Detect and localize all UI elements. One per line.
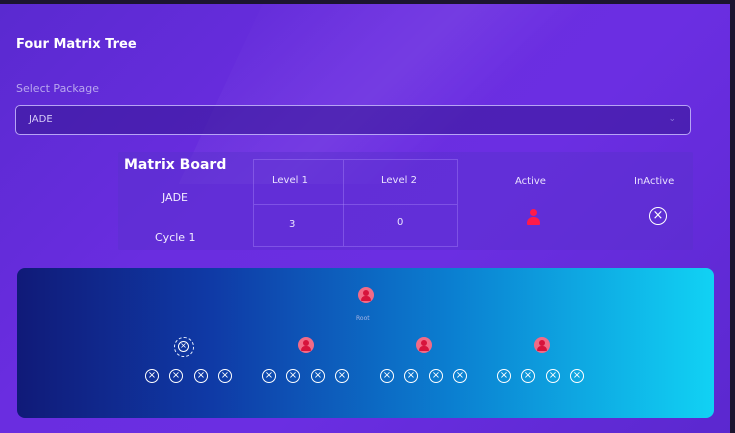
circle-x-icon: × xyxy=(178,341,189,352)
circle-x-icon[interactable]: × xyxy=(429,369,443,383)
circle-x-icon[interactable]: × xyxy=(286,369,300,383)
four-matrix-panel: Four Matrix Tree Select Package JADE ⌄ M… xyxy=(0,4,730,433)
chevron-down-icon: ⌄ xyxy=(668,114,676,124)
circle-x-icon[interactable]: × xyxy=(335,369,349,383)
package-select[interactable]: JADE ⌄ xyxy=(15,105,691,135)
root-label: Root xyxy=(356,315,370,322)
level-1-value: 3 xyxy=(289,219,296,230)
legend-inactive-label: InActive xyxy=(634,176,675,187)
circle-x-icon[interactable]: × xyxy=(497,369,511,383)
circle-x-icon[interactable]: × xyxy=(311,369,325,383)
select-package-label: Select Package xyxy=(16,82,100,95)
circle-x-icon[interactable]: × xyxy=(145,369,159,383)
circle-x-icon[interactable]: × xyxy=(521,369,535,383)
circle-x-icon[interactable]: × xyxy=(380,369,394,383)
level-table: Level 1 Level 2 3 0 xyxy=(253,159,458,247)
tree-node-3-user-icon[interactable] xyxy=(416,337,432,353)
circle-x-icon[interactable]: × xyxy=(218,369,232,383)
root-user-icon[interactable] xyxy=(358,287,374,303)
circle-x-icon[interactable]: × xyxy=(404,369,418,383)
circle-x-icon[interactable]: × xyxy=(169,369,183,383)
tree-node-1-selected[interactable]: × xyxy=(174,337,194,357)
matrix-board-cycle: Cycle 1 xyxy=(155,231,196,244)
circle-x-icon[interactable]: × xyxy=(546,369,560,383)
matrix-board-title: Matrix Board xyxy=(124,157,227,173)
package-select-value: JADE xyxy=(29,114,53,125)
circle-x-icon[interactable]: × xyxy=(194,369,208,383)
tree-node-2-user-icon[interactable] xyxy=(298,337,314,353)
circle-x-icon[interactable]: × xyxy=(570,369,584,383)
page-title: Four Matrix Tree xyxy=(16,37,137,52)
level-2-header: Level 2 xyxy=(381,175,417,186)
tree-node-4-user-icon[interactable] xyxy=(534,337,550,353)
matrix-board-package: JADE xyxy=(162,191,188,204)
circle-x-icon[interactable]: × xyxy=(262,369,276,383)
circle-x-icon[interactable]: × xyxy=(453,369,467,383)
table-divider xyxy=(254,204,457,205)
level-1-header: Level 1 xyxy=(272,175,308,186)
inactive-circle-x-icon: × xyxy=(649,207,667,225)
active-user-icon xyxy=(526,209,540,225)
legend-active-label: Active xyxy=(515,176,546,187)
table-divider xyxy=(343,160,344,246)
level-2-value: 0 xyxy=(397,217,404,228)
